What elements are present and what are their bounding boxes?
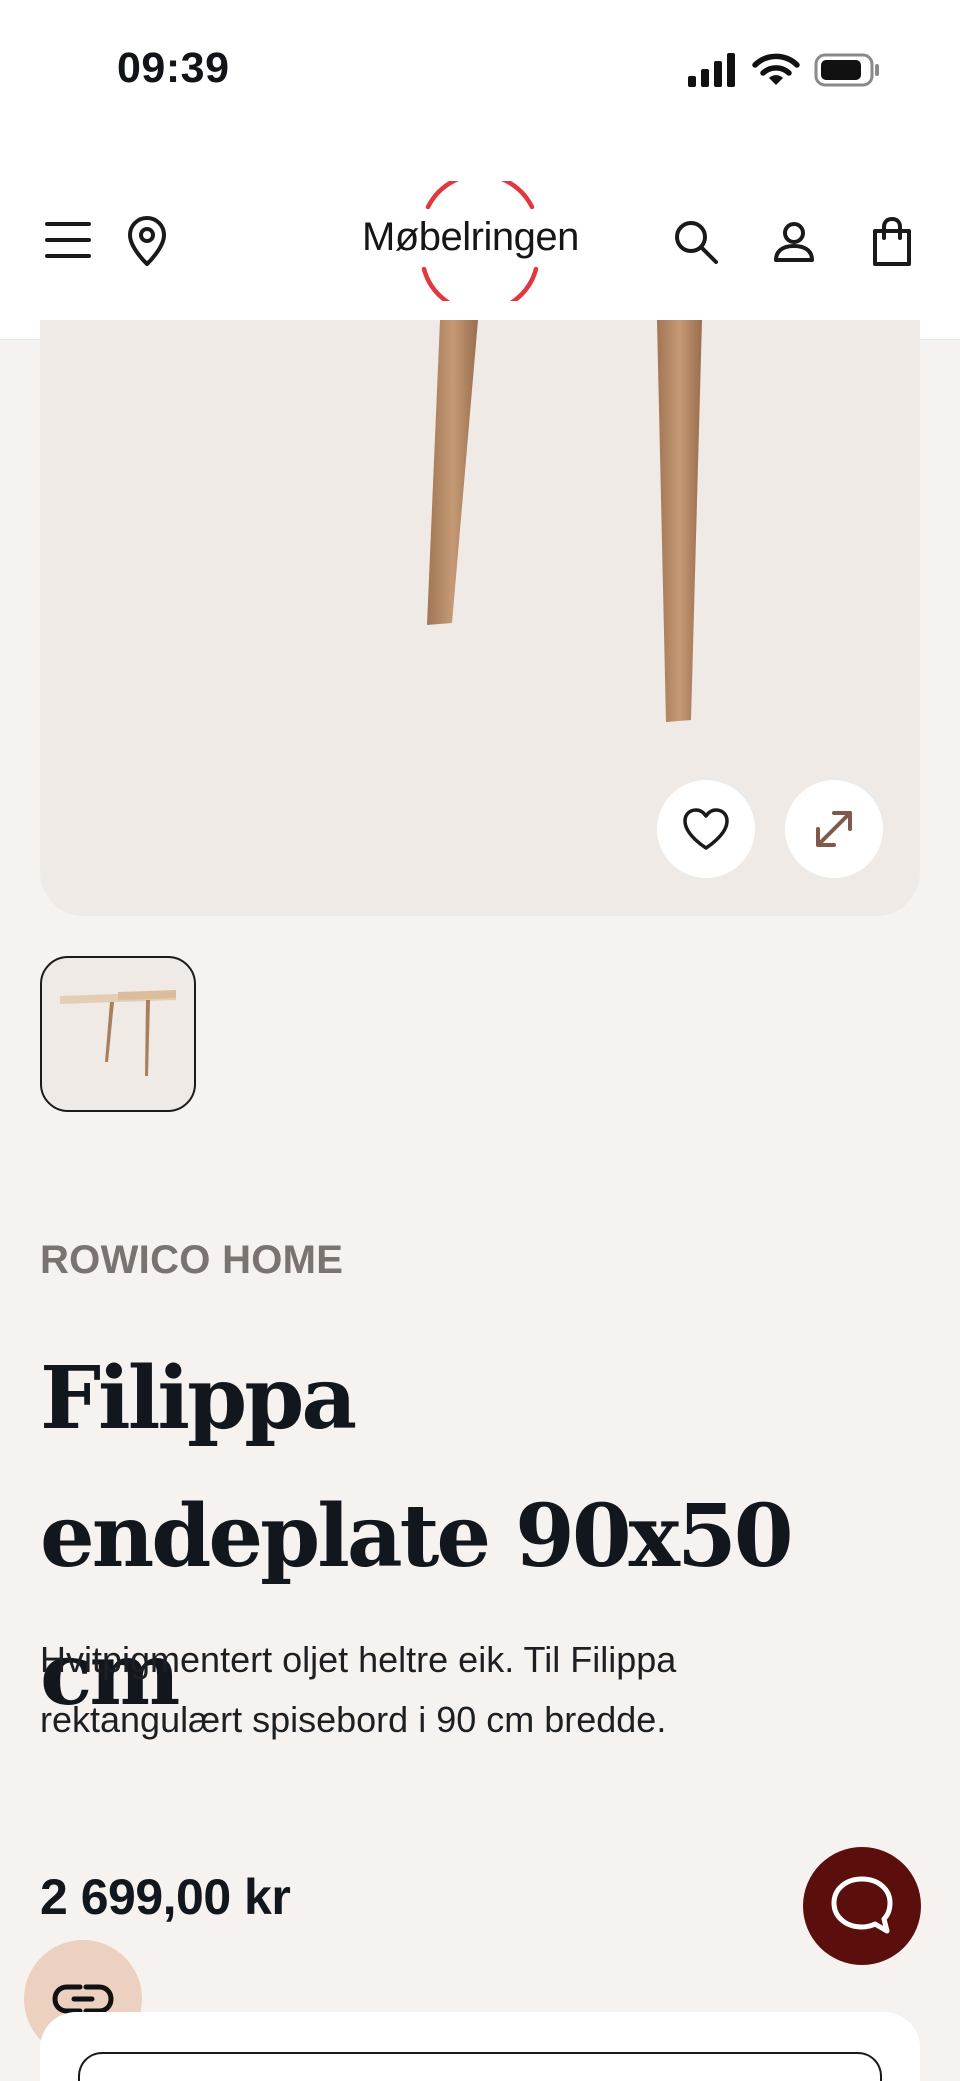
purchase-panel — [40, 2012, 920, 2081]
search-button[interactable] — [670, 216, 722, 268]
product-page: 09:39 Møbelringen ROWICO HOME Filippa en… — [0, 0, 960, 2081]
wifi-icon — [752, 53, 800, 85]
image-thumbnail[interactable] — [40, 956, 196, 1112]
product-price: 2 699,00 kr — [40, 1869, 291, 1925]
shopping-bag-icon — [873, 216, 911, 266]
chat-button[interactable] — [803, 1847, 921, 1965]
product-brand[interactable]: ROWICO HOME — [40, 1238, 343, 1283]
location-pin-icon — [128, 216, 166, 266]
signal-icon — [688, 53, 735, 87]
expand-image-button[interactable] — [785, 780, 883, 878]
account-button[interactable] — [768, 216, 820, 268]
compare-icon — [52, 1984, 114, 2014]
menu-button[interactable] — [42, 216, 94, 264]
product-image[interactable] — [40, 320, 920, 916]
search-icon — [675, 221, 718, 264]
site-header: Møbelringen — [0, 140, 960, 340]
chat-bubble-icon — [831, 1876, 893, 1934]
store-locator-button[interactable] — [122, 214, 172, 268]
thumbnail-illustration — [60, 990, 176, 1076]
status-time: 09:39 — [117, 44, 230, 92]
product-description: Hvitpigmentert oljet heltre eik. Til Fil… — [40, 1639, 677, 1740]
expand-icon — [816, 811, 852, 847]
site-logo[interactable]: Møbelringen — [356, 181, 606, 301]
cart-button[interactable] — [866, 214, 918, 270]
battery-icon — [814, 53, 879, 87]
logo-text: Møbelringen — [362, 215, 579, 259]
status-bar: 09:39 — [0, 0, 960, 140]
user-icon — [774, 222, 814, 262]
purchase-option-field[interactable] — [78, 2052, 882, 2081]
heart-icon — [683, 808, 729, 850]
favorite-button[interactable] — [657, 780, 755, 878]
menu-icon — [45, 222, 91, 258]
